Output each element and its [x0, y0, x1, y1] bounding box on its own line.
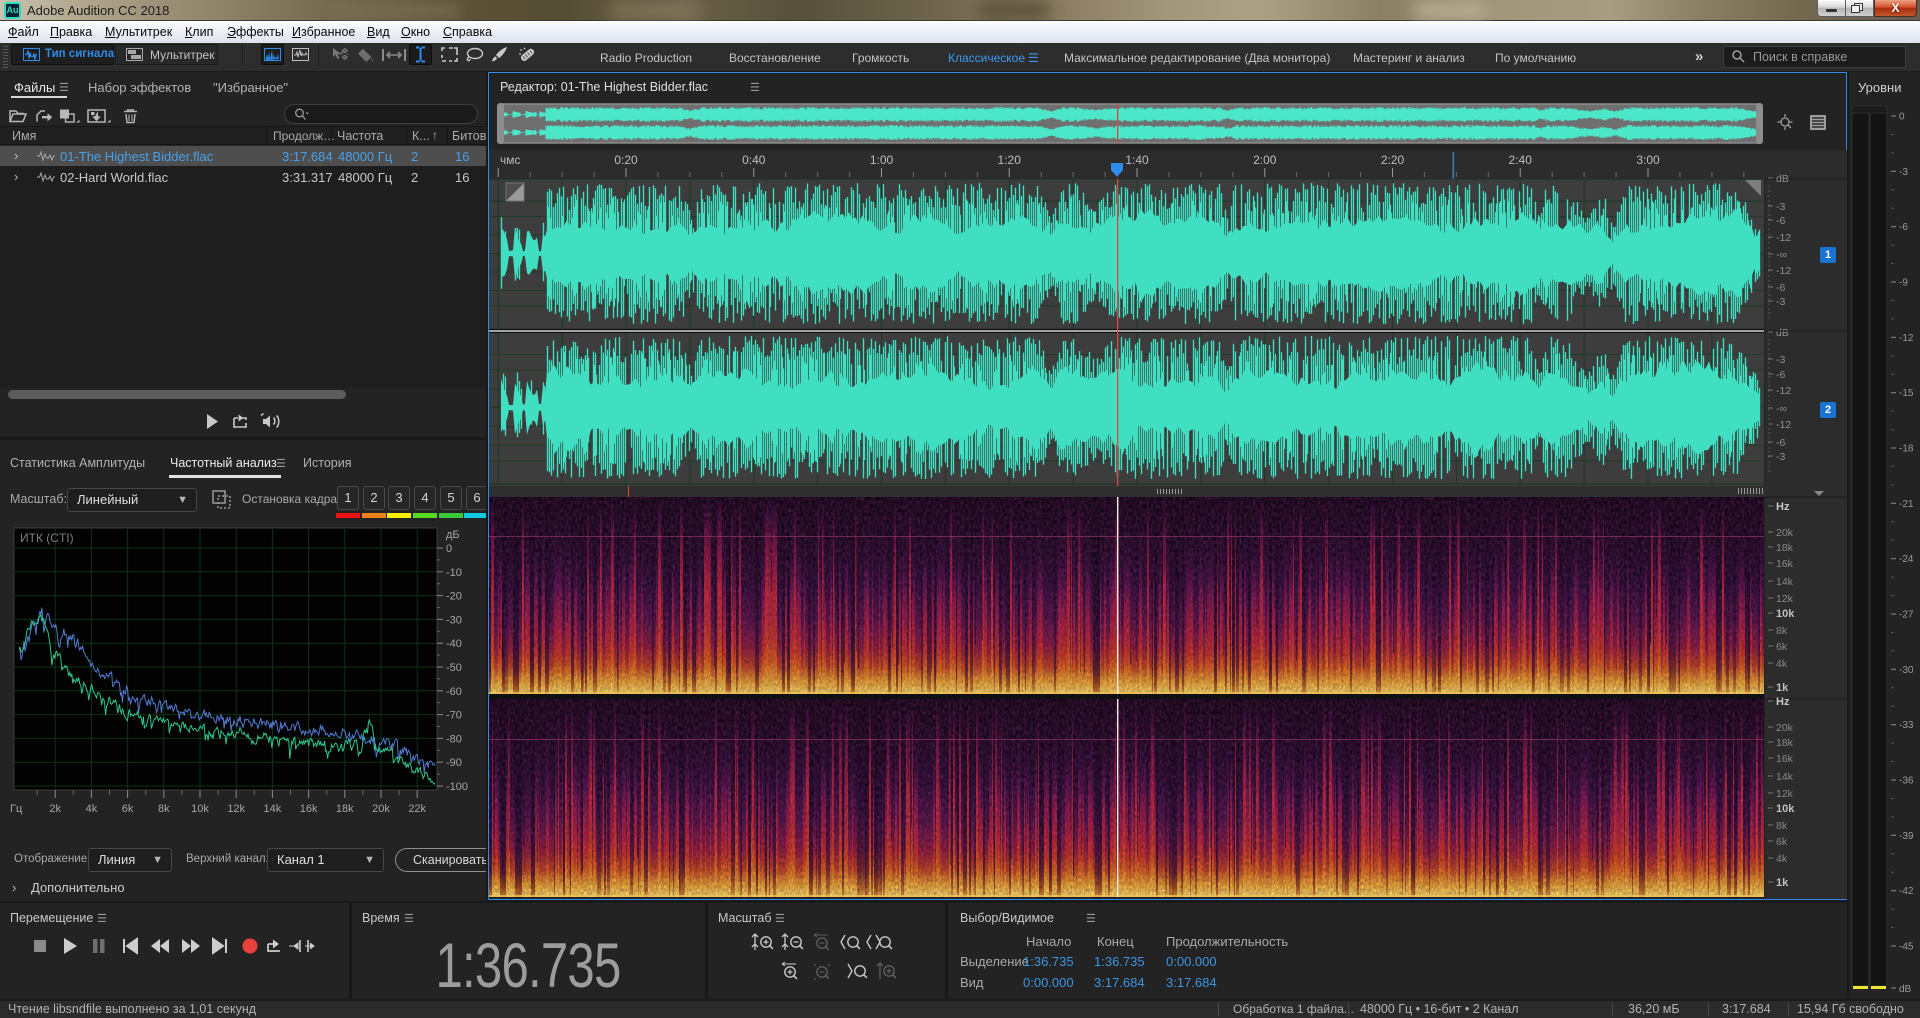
svg-text:-42: -42 [1899, 886, 1914, 897]
svg-text:-10: -10 [446, 567, 462, 579]
svg-text:12k: 12k [1776, 593, 1794, 605]
svg-text:10k: 10k [1776, 608, 1795, 620]
svg-text:-20: -20 [446, 591, 462, 603]
svg-text:-70: -70 [446, 710, 462, 722]
svg-text:-21: -21 [1899, 499, 1914, 510]
svg-text:-6: -6 [1899, 222, 1908, 233]
svg-text:-36: -36 [1899, 776, 1914, 787]
svg-text:-6: -6 [1776, 215, 1785, 227]
svg-text:10k: 10k [1776, 803, 1795, 815]
svg-text:-6: -6 [1776, 282, 1785, 294]
svg-text:20k: 20k [372, 803, 390, 815]
svg-text:1:00: 1:00 [870, 153, 894, 167]
svg-text:-3: -3 [1776, 201, 1785, 213]
svg-text:0:20: 0:20 [614, 153, 638, 167]
svg-text:дБ: дБ [446, 529, 460, 541]
svg-text:0: 0 [1899, 112, 1905, 123]
svg-text:18k: 18k [1776, 737, 1794, 749]
svg-text:-12: -12 [1776, 232, 1791, 244]
svg-text:0:40: 0:40 [742, 153, 766, 167]
svg-text:-3: -3 [1776, 296, 1785, 308]
svg-text:-∞: -∞ [1776, 249, 1787, 261]
svg-text:6k: 6k [1776, 836, 1788, 848]
svg-text:-39: -39 [1899, 831, 1914, 842]
svg-text:-∞: -∞ [1776, 403, 1787, 415]
svg-text:-12: -12 [1776, 419, 1791, 431]
svg-text:-40: -40 [446, 638, 462, 650]
svg-text:20k: 20k [1776, 722, 1794, 734]
svg-text:14k: 14k [264, 803, 282, 815]
svg-text:6k: 6k [1776, 641, 1788, 653]
svg-text:ИТК (CTI): ИТК (CTI) [20, 531, 74, 545]
svg-text:10k: 10k [191, 803, 209, 815]
svg-text:8k: 8k [1776, 625, 1788, 637]
svg-text:-80: -80 [446, 733, 462, 745]
svg-text:16k: 16k [300, 803, 318, 815]
svg-text:1:20: 1:20 [998, 153, 1022, 167]
svg-text:-15: -15 [1899, 388, 1914, 399]
svg-text:14k: 14k [1776, 771, 1794, 783]
svg-text:-6: -6 [1776, 369, 1785, 381]
svg-text:4k: 4k [1776, 658, 1788, 670]
svg-text:-12: -12 [1776, 265, 1791, 277]
svg-text:чмс: чмс [500, 153, 521, 167]
svg-text:-33: -33 [1899, 720, 1914, 731]
svg-text:Hz: Hz [1776, 696, 1790, 708]
svg-text:1k: 1k [1776, 682, 1789, 694]
svg-text:4k: 4k [86, 803, 98, 815]
svg-text:dB: dB [1899, 984, 1912, 995]
svg-text:-27: -27 [1899, 610, 1914, 621]
svg-text:-3: -3 [1899, 167, 1908, 178]
svg-text:dB: dB [1776, 327, 1789, 339]
svg-text:20k: 20k [1776, 527, 1794, 539]
svg-text:-50: -50 [446, 662, 462, 674]
svg-text:-30: -30 [1899, 665, 1914, 676]
svg-text:12k: 12k [1776, 788, 1794, 800]
svg-text:16k: 16k [1776, 753, 1794, 765]
svg-text:2:00: 2:00 [1253, 153, 1277, 167]
svg-text:-9: -9 [1899, 278, 1908, 289]
svg-text:18k: 18k [1776, 542, 1794, 554]
svg-text:-12: -12 [1776, 385, 1791, 397]
svg-text:1k: 1k [1776, 877, 1789, 889]
svg-text:-90: -90 [446, 757, 462, 769]
svg-text:22k: 22k [408, 803, 426, 815]
svg-text:-3: -3 [1776, 451, 1785, 463]
svg-text:-6: -6 [1776, 437, 1785, 449]
svg-text:8k: 8k [1776, 820, 1788, 832]
svg-text:14k: 14k [1776, 576, 1794, 588]
svg-text:-100: -100 [446, 781, 468, 793]
svg-text:-30: -30 [446, 614, 462, 626]
svg-text:0: 0 [446, 543, 452, 555]
svg-text:6k: 6k [122, 803, 134, 815]
svg-text:Гц: Гц [10, 803, 23, 815]
svg-text:2:20: 2:20 [1381, 153, 1405, 167]
svg-text:2:40: 2:40 [1509, 153, 1533, 167]
svg-text:18k: 18k [336, 803, 354, 815]
svg-text:dB: dB [1776, 173, 1789, 185]
svg-text:8k: 8k [158, 803, 170, 815]
svg-text:3:00: 3:00 [1636, 153, 1660, 167]
svg-text:-24: -24 [1899, 554, 1914, 565]
svg-text:-3: -3 [1776, 354, 1785, 366]
svg-text:12k: 12k [227, 803, 245, 815]
svg-text:Hz: Hz [1776, 501, 1790, 513]
svg-text:-60: -60 [446, 686, 462, 698]
svg-text:16k: 16k [1776, 558, 1794, 570]
svg-text:-45: -45 [1899, 942, 1914, 953]
svg-text:4k: 4k [1776, 853, 1788, 865]
svg-text:-18: -18 [1899, 444, 1914, 455]
svg-text:1:40: 1:40 [1125, 153, 1149, 167]
svg-text:-12: -12 [1899, 333, 1914, 344]
svg-text:2k: 2k [49, 803, 61, 815]
